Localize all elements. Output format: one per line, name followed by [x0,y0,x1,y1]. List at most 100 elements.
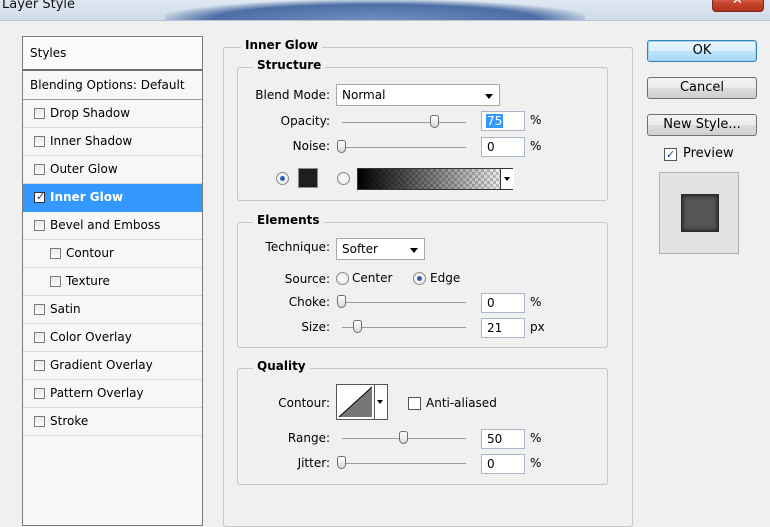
style-item-color-overlay[interactable]: Color Overlay [23,324,202,352]
source-edge-label: Edge [430,271,461,285]
jitter-unit: % [530,456,542,470]
source-edge-radio[interactable] [413,272,426,285]
opacity-input[interactable]: 75 [481,111,525,131]
size-label: Size: [301,320,330,334]
size-slider-thumb[interactable] [353,320,362,333]
source-label: Source: [284,272,330,286]
cancel-button[interactable]: Cancel [647,77,757,99]
preview-thumbnail [659,172,739,254]
cancel-button-label: Cancel [679,80,725,95]
choke-slider-track[interactable] [342,302,466,303]
style-checkbox[interactable] [34,164,45,175]
quality-title: Quality [253,359,310,373]
style-checkbox[interactable] [50,276,61,287]
jitter-slider-track[interactable] [342,463,466,464]
opacity-label: Opacity: [280,114,330,128]
style-item-label: Texture [66,274,110,288]
style-item-label: Contour [66,246,114,260]
jitter-value: 0 [487,457,495,471]
technique-label: Technique: [265,240,330,254]
style-checkbox[interactable] [34,332,45,343]
style-checkbox[interactable] [34,360,45,371]
style-item-stroke[interactable]: Stroke [23,408,202,436]
blend-mode-value: Normal [342,88,386,102]
ok-button-label: OK [692,43,712,58]
style-checkbox[interactable] [34,416,45,427]
opacity-slider-track[interactable] [342,122,466,123]
gradient-dropdown-icon[interactable] [500,169,514,189]
gradient-radio[interactable] [337,172,350,185]
technique-value: Softer [342,242,378,256]
choke-input[interactable]: 0 [481,293,525,313]
title-bar-glass [165,0,585,20]
blending-options-item[interactable]: Blending Options: Default [23,71,202,100]
chevron-down-icon [410,248,418,253]
elements-title: Elements [253,213,324,227]
checkmark-icon: ✓ [666,148,676,161]
anti-aliased-checkbox[interactable] [408,397,421,410]
styles-panel: Styles Blending Options: Default Drop Sh… [22,36,203,526]
source-center-label: Center [352,271,393,285]
style-checkbox[interactable] [34,304,45,315]
preview-checkbox[interactable]: ✓ [664,148,677,161]
style-item-contour[interactable]: Contour [23,240,202,268]
style-item-texture[interactable]: Texture [23,268,202,296]
glow-gradient-picker[interactable] [357,168,513,190]
ok-button[interactable]: OK [647,40,757,62]
blend-mode-label: Blend Mode: [255,88,330,102]
contour-picker[interactable] [336,384,375,420]
style-item-label: Inner Glow [50,190,124,204]
style-checkbox[interactable] [34,136,45,147]
style-item-label: Outer Glow [50,162,118,176]
range-input[interactable]: 50 [481,429,525,449]
contour-dropdown-icon[interactable] [375,384,388,420]
style-item-inner-glow[interactable]: ✓ Inner Glow [23,184,202,212]
size-input[interactable]: 21 [481,318,525,338]
jitter-input[interactable]: 0 [481,454,525,474]
checkmark-icon: ✓ [36,190,46,203]
choke-label: Choke: [288,295,330,309]
chevron-down-icon [485,94,493,99]
style-item-label: Pattern Overlay [50,386,144,400]
range-unit: % [530,431,542,445]
style-item-bevel-and-emboss[interactable]: Bevel and Emboss [23,212,202,240]
close-button[interactable]: ✕ [712,0,764,12]
choke-slider-thumb[interactable] [337,295,346,308]
styles-header[interactable]: Styles [23,37,202,71]
opacity-value: 75 [486,114,504,128]
technique-select[interactable]: Softer [336,238,425,260]
opacity-slider-thumb[interactable] [430,115,439,128]
blend-mode-select[interactable]: Normal [336,84,500,106]
noise-input[interactable]: 0 [481,137,525,157]
glow-color-swatch[interactable] [298,168,318,188]
style-item-satin[interactable]: Satin [23,296,202,324]
opacity-unit: % [530,113,542,127]
style-checkbox[interactable] [34,108,45,119]
style-item-label: Color Overlay [50,330,132,344]
jitter-slider-thumb[interactable] [337,456,346,469]
style-item-outer-glow[interactable]: Outer Glow [23,156,202,184]
style-item-pattern-overlay[interactable]: Pattern Overlay [23,380,202,408]
style-checkbox[interactable] [34,220,45,231]
noise-slider-thumb[interactable] [337,140,346,153]
noise-slider-track[interactable] [342,147,466,148]
blending-options-label: Blending Options: Default [30,78,185,92]
style-item-label: Gradient Overlay [50,358,153,372]
style-item-inner-shadow[interactable]: Inner Shadow [23,128,202,156]
new-style-button[interactable]: New Style... [647,114,757,136]
range-value: 50 [487,432,503,446]
style-checkbox[interactable] [34,388,45,399]
range-slider-thumb[interactable] [399,431,408,444]
solid-color-radio[interactable] [276,172,289,185]
anti-aliased-label: Anti-aliased [426,396,497,410]
title-bar: Layer Style ✕ [0,0,770,21]
contour-label: Contour: [278,396,330,410]
style-item-gradient-overlay[interactable]: Gradient Overlay [23,352,202,380]
style-checkbox[interactable] [50,248,61,259]
style-item-drop-shadow[interactable]: Drop Shadow [23,100,202,128]
style-checkbox[interactable]: ✓ [34,190,46,203]
source-center-radio[interactable] [336,272,349,285]
size-unit: px [530,320,545,334]
window-title: Layer Style [2,0,76,12]
structure-title: Structure [253,58,326,72]
